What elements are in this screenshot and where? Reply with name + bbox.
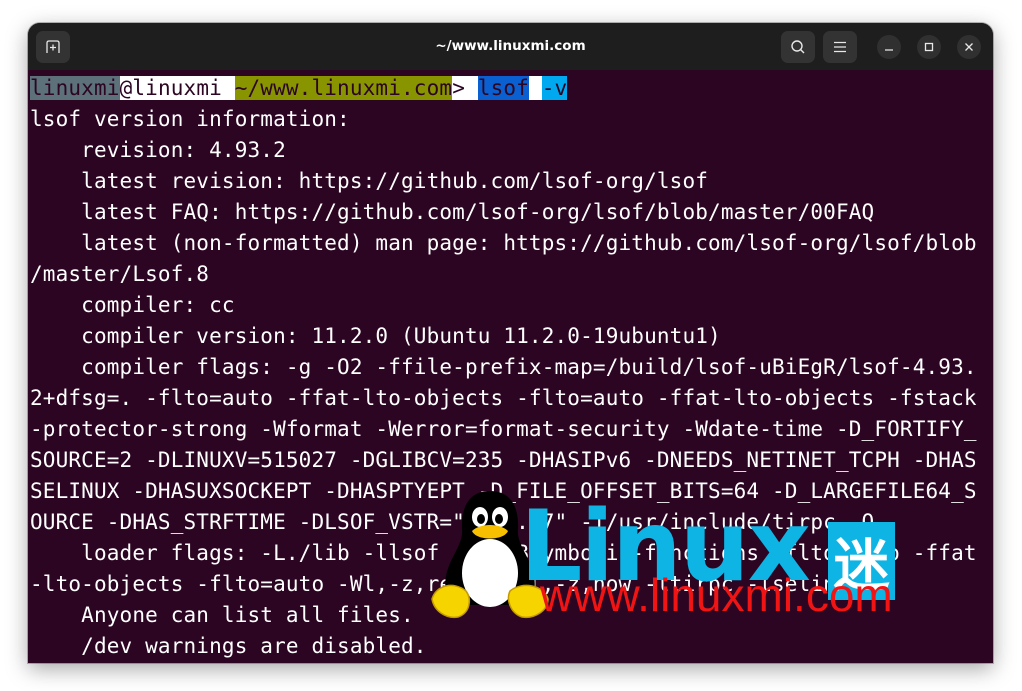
output-line: Anyone can list all files. <box>30 603 414 627</box>
title-bar[interactable]: ~/www.linuxmi.com <box>28 23 993 70</box>
close-button[interactable] <box>957 35 981 59</box>
output-line: OURCE -DHAS_STRFTIME -DLSOF_VSTR="5.15.2… <box>30 510 875 534</box>
output-line: compiler: cc <box>30 293 235 317</box>
output-line: loader flags: -L./lib -llsof -Wl,-Bsymbo… <box>30 541 977 565</box>
output-line: /dev warnings are disabled. <box>30 634 427 658</box>
new-tab-button[interactable] <box>36 31 70 63</box>
output-line: revision: 4.93.2 <box>30 138 286 162</box>
output-line: compiler version: 11.2.0 (Ubuntu 11.2.0-… <box>30 324 721 348</box>
output-line: latest revision: https://github.com/lsof… <box>30 169 709 193</box>
prompt-line: linuxmi@linuxmi ~/www.linuxmi.com> lsof … <box>30 73 993 104</box>
output-line: -protector-strong -Wformat -Werror=forma… <box>30 417 977 441</box>
maximize-button[interactable] <box>917 35 941 59</box>
output-line: latest (non-formatted) man page: https:/… <box>30 231 977 255</box>
prompt-symbol: > <box>452 76 478 100</box>
output-line: SELINUX -DHASUXSOCKEPT -DHASPTYEPT -D_FI… <box>30 479 977 503</box>
command-argument: -v <box>541 76 568 100</box>
output-line: SOURCE=2 -DLINUXV=515027 -DGLIBCV=235 -D… <box>30 448 977 472</box>
search-button[interactable] <box>781 31 815 63</box>
output-line: latest FAQ: https://github.com/lsof-org/… <box>30 200 875 224</box>
command-name: lsof <box>477 76 529 100</box>
command-output: lsof version information: revision: 4.93… <box>30 104 993 662</box>
menu-button[interactable] <box>823 31 857 63</box>
prompt-user: linuxmi <box>30 76 120 100</box>
output-line: compiler flags: -g -O2 -ffile-prefix-map… <box>30 355 977 379</box>
output-line: -lto-objects -flto=auto -Wl,-z,relro -Wl… <box>30 572 862 596</box>
output-line: 2+dfsg=. -flto=auto -ffat-lto-objects -f… <box>30 386 977 410</box>
minimize-icon <box>885 49 893 51</box>
search-icon <box>791 40 805 54</box>
new-tab-icon <box>46 40 60 53</box>
terminal-content[interactable]: linuxmi@linuxmi ~/www.linuxmi.com> lsof … <box>28 70 993 663</box>
output-line: lsof version information: <box>30 107 350 131</box>
hamburger-menu-icon <box>834 41 846 53</box>
minimize-button[interactable] <box>877 35 901 59</box>
maximize-icon <box>924 42 934 52</box>
terminal-window: ~/www.linuxmi.com linuxmi@linuxmi ~/www.… <box>28 23 993 663</box>
command-space <box>528 76 542 100</box>
prompt-directory: ~/www.linuxmi.com <box>234 76 453 100</box>
prompt-host: @linuxmi <box>119 76 235 100</box>
close-icon <box>965 43 973 51</box>
output-line: /master/Lsof.8 <box>30 262 210 286</box>
